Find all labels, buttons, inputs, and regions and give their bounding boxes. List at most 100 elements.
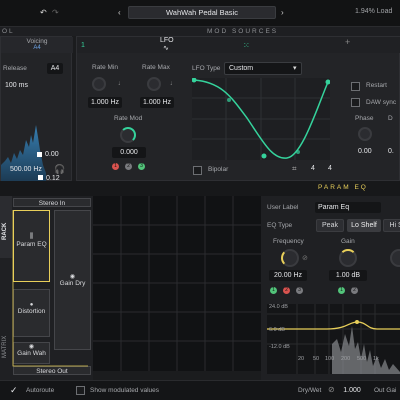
gain-label: Gain	[341, 238, 355, 245]
chevron-down-icon: ▾	[293, 65, 297, 72]
hz-tick-100: 100	[325, 356, 335, 362]
param-eq-panel: User Label Param Eq EQ Type Peak Lo Shel…	[261, 196, 400, 380]
eq-gain-mod-slot-1[interactable]: 1	[338, 287, 345, 294]
lfo-curve-editor[interactable]	[192, 78, 330, 160]
prev-preset-icon[interactable]: ‹	[118, 8, 121, 17]
eq-type-peak-button[interactable]: Peak	[316, 219, 344, 232]
hz-tick-50: 50	[313, 356, 320, 362]
grid-x-value[interactable]: 4	[311, 165, 315, 172]
rate-max-value[interactable]: 1.000 Hz	[140, 97, 174, 108]
db-tick-6: 6.0 dB	[269, 327, 285, 333]
rate-min-label: Rate Min	[92, 64, 119, 71]
rack-routing-lines	[12, 210, 88, 367]
daw-sync-checkbox[interactable]	[351, 98, 360, 107]
level-2-value: 0.00	[45, 151, 59, 158]
eq-response-graph[interactable]	[267, 304, 400, 374]
frequency-knob[interactable]	[281, 249, 299, 267]
hz-tick-200: 200	[341, 356, 351, 362]
eq-freq-mod-slot-3[interactable]: 3	[296, 287, 303, 294]
phase-label: Phase	[355, 115, 374, 122]
release-value[interactable]: 100 ms	[5, 82, 28, 89]
autoroute-check-icon[interactable]: ✓	[10, 385, 18, 396]
top-bar: ↶ ↷ ‹ WahWah Pedal Basic › 1.94% Load	[0, 0, 400, 27]
grid-y-value[interactable]: 4	[328, 165, 332, 172]
lfo-type-value: Custom	[229, 65, 254, 72]
mod-slot-2[interactable]: 2	[125, 163, 132, 170]
dry-wet-link-icon[interactable]: ⊘	[328, 385, 335, 394]
next-preset-icon[interactable]: ›	[281, 8, 284, 17]
rate-mod-label: Rate Mod	[114, 115, 143, 122]
param-eq-title: PARAM EQ	[318, 184, 368, 191]
eq-freq-mod-slot-1[interactable]: 1	[270, 287, 277, 294]
preset-name-display[interactable]: WahWah Pedal Basic	[128, 6, 276, 19]
hz-tick-20: 20	[298, 356, 305, 362]
mod-slot-1[interactable]: 1	[112, 163, 119, 170]
daw-sync-label: DAW sync	[366, 99, 397, 106]
phase-knob[interactable]	[358, 127, 372, 141]
lfo-type-label: LFO Type	[192, 65, 221, 72]
out-gain-label: Out Gai	[374, 387, 397, 394]
release-label: Release	[3, 65, 27, 72]
eq-gain-mod-slot-2[interactable]: 2	[351, 287, 358, 294]
voicing-sub: A4	[33, 45, 41, 51]
bottom-bar: ✓ Autoroute Show modulated values Dry/We…	[0, 380, 400, 400]
matrix-grid-lines	[93, 196, 261, 371]
lower-header: PARAM EQ	[0, 181, 400, 196]
matrix-grid[interactable]	[93, 196, 261, 371]
lfo-type-dropdown[interactable]: Custom ▾	[224, 62, 302, 75]
frequency-label: Frequency	[273, 238, 304, 245]
undo-icon[interactable]: ↶	[40, 8, 47, 17]
q-knob-partial[interactable]	[390, 249, 400, 267]
db-tick-minus12: -12.0 dB	[269, 344, 290, 350]
hz-tick-1k: 1k	[373, 356, 379, 362]
add-lfo-button[interactable]: +	[345, 37, 350, 47]
eq-freq-mod-slot-2[interactable]: 2	[283, 287, 290, 294]
restart-label: Restart	[366, 82, 387, 89]
rate-min-knob[interactable]	[92, 77, 106, 91]
grid-dots-icon[interactable]: ⁙	[243, 41, 250, 50]
redo-icon[interactable]: ↷	[52, 8, 59, 17]
rate-mod-slots: 1 2 3	[112, 163, 152, 171]
release-note-box[interactable]: A4	[47, 63, 63, 74]
lfo-tab-label[interactable]: LFO	[160, 37, 174, 44]
gain-knob[interactable]	[339, 249, 357, 267]
eq-type-label: EQ Type	[267, 222, 293, 229]
hz-tick-500: 500	[357, 356, 367, 362]
extra-value: 0.	[388, 148, 394, 155]
show-modulated-label: Show modulated values	[90, 387, 160, 394]
dry-wet-value[interactable]: 1.000	[340, 385, 364, 396]
voicing-panel: Voicing A4 Release A4 100 ms 0.12	[0, 36, 73, 190]
rate-min-value[interactable]: 1.000 Hz	[88, 97, 122, 108]
gain-value[interactable]: 1.00 dB	[329, 270, 367, 281]
mod-slot-3[interactable]: 3	[138, 163, 145, 170]
lfo-tab-number[interactable]: 1	[81, 42, 85, 49]
mod-sources-title: MOD SOURCES	[207, 28, 279, 35]
eq-type-lo-shelf-button[interactable]: Lo Shelf	[347, 219, 381, 232]
level-marker-icon[interactable]	[38, 175, 43, 180]
load-indicator: 1.94% Load	[355, 8, 393, 15]
rack-panel: RACK MATRIX Stereo In ⫼ Param EQ ◉ Gain …	[0, 196, 93, 380]
phase-value[interactable]: 0.00	[358, 148, 372, 155]
note-icon[interactable]: ♩	[118, 80, 125, 87]
show-modulated-checkbox[interactable]	[76, 386, 85, 395]
lfo-wave-icon: ∿	[163, 45, 169, 52]
restart-checkbox[interactable]	[351, 82, 360, 91]
level-marker-2-icon[interactable]	[37, 152, 42, 157]
grid-size-icon[interactable]: ⌗	[292, 164, 297, 174]
headphone-icon[interactable]: 🎧	[54, 164, 65, 175]
section-header: OL MOD SOURCES	[0, 27, 400, 36]
frequency-readout[interactable]: 500.00 Hz	[10, 166, 42, 173]
left-section-title: OL	[2, 28, 15, 35]
rate-mod-knob[interactable]	[120, 127, 136, 143]
user-label-input[interactable]: Param Eq	[315, 202, 381, 213]
rate-max-label: Rate Max	[142, 64, 170, 71]
rate-mod-value[interactable]: 0.000	[112, 147, 146, 158]
note-icon-2[interactable]: ♩	[170, 80, 177, 87]
eq-type-hi-shelf-button[interactable]: Hi Sh	[383, 219, 400, 232]
voicing-title: Voicing	[26, 38, 48, 45]
bipolar-checkbox[interactable]	[193, 166, 202, 175]
freq-link-icon[interactable]: ⊘	[302, 254, 308, 262]
rate-max-knob[interactable]	[147, 77, 161, 91]
frequency-value[interactable]: 20.00 Hz	[269, 270, 307, 281]
dry-wet-label: Dry/Wet	[298, 387, 322, 394]
